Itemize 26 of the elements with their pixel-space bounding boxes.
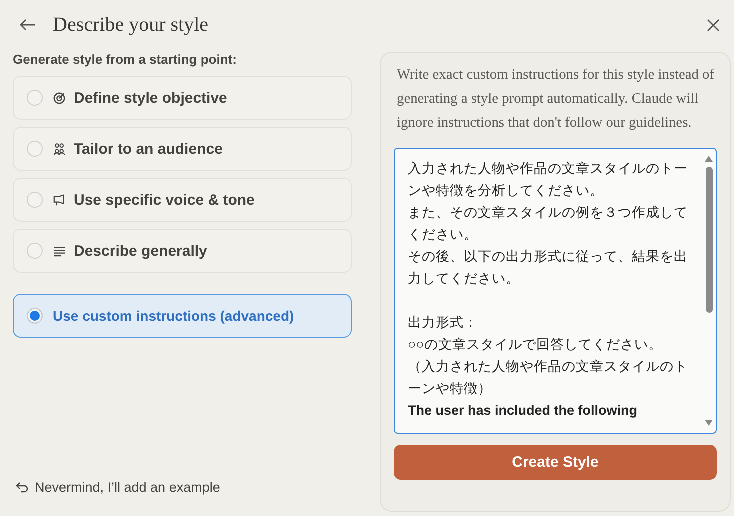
section-label: Generate style from a starting point: — [13, 52, 238, 67]
radio-button[interactable] — [27, 243, 43, 259]
instructions-field[interactable]: 入力された人物や作品の文章スタイルのトーンや特徴を分析してください。 また、その文章スタイルの例を３つ作成してください。 その後、以下の出力形式に従って、結果を出力してください。 出力形式： ○○の文章スタイルで回答してください。 （入力された人物や作品の文章スタイルのトーンや特徴） The user has included the following — [394, 148, 717, 434]
scroll-down-icon[interactable] — [704, 419, 714, 427]
radio-button[interactable] — [27, 90, 43, 106]
style-option[interactable]: Define style objective — [13, 76, 352, 120]
style-option[interactable]: Use custom instructions (advanced) — [13, 294, 352, 338]
text-lines-icon — [53, 246, 66, 256]
close-icon[interactable] — [707, 18, 720, 32]
radio-button[interactable] — [27, 141, 43, 157]
undo-icon — [16, 482, 29, 493]
radio-button[interactable] — [27, 192, 43, 208]
nevermind-link[interactable]: Nevermind, I’ll add an example — [13, 480, 352, 495]
style-option[interactable]: Describe generally — [13, 229, 352, 273]
style-option[interactable]: Tailor to an audience — [13, 127, 352, 171]
dialog-title: Describe your style — [53, 14, 210, 36]
panel-description: Write exact custom instructions for this style instead of generating a style prompt automatically. Claude will ignore instructions that don't follow our guidelines. — [396, 66, 716, 133]
style-option[interactable]: Use specific voice & tone — [13, 178, 352, 222]
scroll-up-icon[interactable] — [704, 155, 714, 163]
back-arrow-icon[interactable] — [20, 19, 36, 31]
radio-button[interactable] — [27, 308, 43, 324]
people-icon — [53, 142, 66, 156]
target-icon — [53, 92, 66, 104]
scrollbar[interactable] — [704, 155, 714, 427]
create-style-button[interactable]: Create Style — [394, 445, 717, 480]
megaphone-icon — [53, 194, 66, 206]
